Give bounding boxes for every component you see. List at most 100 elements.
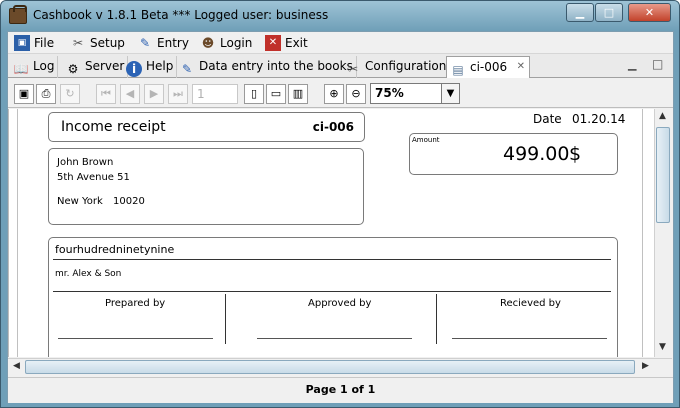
page-number-input[interactable]: 1 [192,84,238,104]
tab-bar: 📖 Log ⚙ Server i Help ✎ Data entry into the … [8,54,673,78]
receipt-header-box: Income receipt ci-006 [48,112,365,142]
previous-icon: ◀ [125,87,135,100]
title-bar[interactable]: Cashbook v 1.8.1 Beta *** Logged user: b… [1,1,679,31]
menu-setup[interactable]: ✂ Setup [70,35,125,51]
document-icon: ▤ [452,63,464,77]
first-page-button[interactable]: ⏮ [96,84,116,104]
maximize-button[interactable]: □ [595,3,623,22]
amount-box: Amount 499.00 $ [409,133,618,175]
fit-width-icon: ▥ [292,87,304,100]
divider-line [53,259,611,260]
report-toolbar: ▣ ⎙ ↻ ⏮ ◀ ▶ ⏭ 1 ▯ ▭ ▥ ⊕ ⊖ 75% ▼ [8,78,673,108]
amount-label: Amount [412,136,440,144]
maximize-view-icon[interactable]: □ [652,57,663,71]
scroll-right-icon[interactable]: ▶ [638,359,653,374]
pencil-icon: ✎ [181,62,193,76]
zoom-in-icon: ⊕ [329,87,339,100]
tab-data-entry[interactable]: ✎ Data entry into the books [176,56,357,78]
divider-line [53,291,611,292]
fit-page-button[interactable]: ▭ [266,84,286,104]
vertical-scrollbar[interactable]: ▲ ▼ [654,109,671,357]
menu-entry[interactable]: ✎ Entry [137,35,189,51]
received-by-label: Recieved by [500,298,561,309]
address-box: John Brown 5th Avenue 51 New York 10020 [48,148,364,225]
pencil-icon: ✎ [139,36,151,50]
floppy-icon: ▣ [14,35,30,51]
approved-by-label: Approved by [308,298,372,309]
date-label: Date [533,112,562,126]
tab-log[interactable]: 📖 Log [10,56,59,78]
zoom-out-icon: ⊖ [351,87,361,100]
menu-file[interactable]: ▣ File [14,35,54,51]
customer-name: John Brown [57,157,114,168]
tab-ci-006[interactable]: ▤ ci-006 ✕ [446,56,530,78]
info-icon: i [126,61,142,77]
signature-line [58,338,213,339]
fit-width-button[interactable]: ▥ [288,84,308,104]
last-page-button[interactable]: ⏭ [168,84,188,104]
menu-exit[interactable]: ✕ Exit [265,35,308,51]
menu-bar: ▣ File ✂ Setup ✎ Entry ☻ Login ✕ Exit [8,32,673,54]
prepared-by-label: Prepared by [105,298,166,309]
close-button[interactable]: ✕ [628,3,671,22]
report-viewport[interactable]: Income receipt ci-006 Date 01.20.14 Amou… [8,109,654,357]
printer-icon: ⎙ [41,87,51,100]
customer-city: New York [57,196,103,207]
scroll-down-icon[interactable]: ▼ [655,340,670,355]
print-button[interactable]: ⎙ [36,84,56,104]
tools-icon: ✂ [347,62,359,76]
zoom-out-button[interactable]: ⊖ [346,84,366,104]
amount-value: 499.00 [503,143,570,165]
zoom-value: 75% [375,86,404,100]
tools-icon: ✂ [72,36,84,50]
book-icon: 📖 [13,62,29,76]
receipt-number: ci-006 [312,120,354,134]
column-divider [436,294,437,344]
next-page-button[interactable]: ▶ [144,84,164,104]
page-info: Page 1 of 1 [305,383,376,396]
customer-street: 5th Avenue 51 [57,172,130,183]
currency-symbol: $ [569,143,582,165]
tab-help[interactable]: i Help [123,56,178,78]
report-page: Income receipt ci-006 Date 01.20.14 Amou… [17,109,643,357]
page-icon: ▯ [250,87,258,100]
refresh-button[interactable]: ↻ [60,84,80,104]
server-icon: ⚙ [67,62,79,76]
vertical-scroll-thumb[interactable] [656,127,670,223]
actual-size-button[interactable]: ▯ [244,84,264,104]
cashbook-app-icon [9,5,27,24]
details-box: fourhudredninetynine mr. Alex & Son Prep… [48,237,618,357]
tab-close-icon[interactable]: ✕ [517,57,525,77]
status-bar: Page 1 of 1 [8,377,673,403]
user-icon: ☻ [201,36,215,50]
zoom-in-button[interactable]: ⊕ [324,84,344,104]
date-value: 01.20.14 [572,112,626,126]
next-icon: ▶ [149,87,159,100]
column-divider [225,294,226,344]
minimize-button[interactable]: ▁ [566,3,594,22]
horizontal-scroll-thumb[interactable] [25,360,635,374]
menu-login[interactable]: ☻ Login [200,35,253,51]
window-title: Cashbook v 1.8.1 Beta *** Logged user: b… [33,8,329,22]
customer-zip: 10020 [113,196,145,207]
receipt-title: Income receipt [61,119,166,135]
fit-page-icon: ▭ [270,87,282,100]
close-red-icon: ✕ [265,35,281,51]
client-area: ▣ File ✂ Setup ✎ Entry ☻ Login ✕ Exit 📖 Log ⚙ S… [7,31,674,403]
scroll-left-icon[interactable]: ◀ [9,359,24,374]
amount-in-words: fourhudredninetynine [55,243,175,256]
tab-server[interactable]: ⚙ Server [62,56,129,78]
payer-name: mr. Alex & Son [55,269,122,279]
app-window: Cashbook v 1.8.1 Beta *** Logged user: b… [0,0,680,408]
last-page-icon: ⏭ [173,87,183,100]
tab-configuration[interactable]: ✂ Configuration [342,56,451,78]
scroll-up-icon[interactable]: ▲ [655,109,670,124]
save-report-button[interactable]: ▣ [14,84,34,104]
horizontal-scrollbar[interactable]: ◀ ▶ [8,358,672,375]
refresh-icon: ↻ [65,87,75,100]
chevron-down-icon[interactable]: ▼ [441,84,459,103]
signature-line [257,338,412,339]
previous-page-button[interactable]: ◀ [120,84,140,104]
minimize-view-icon[interactable]: ▁ [628,58,636,71]
zoom-select[interactable]: 75% ▼ [370,83,460,104]
